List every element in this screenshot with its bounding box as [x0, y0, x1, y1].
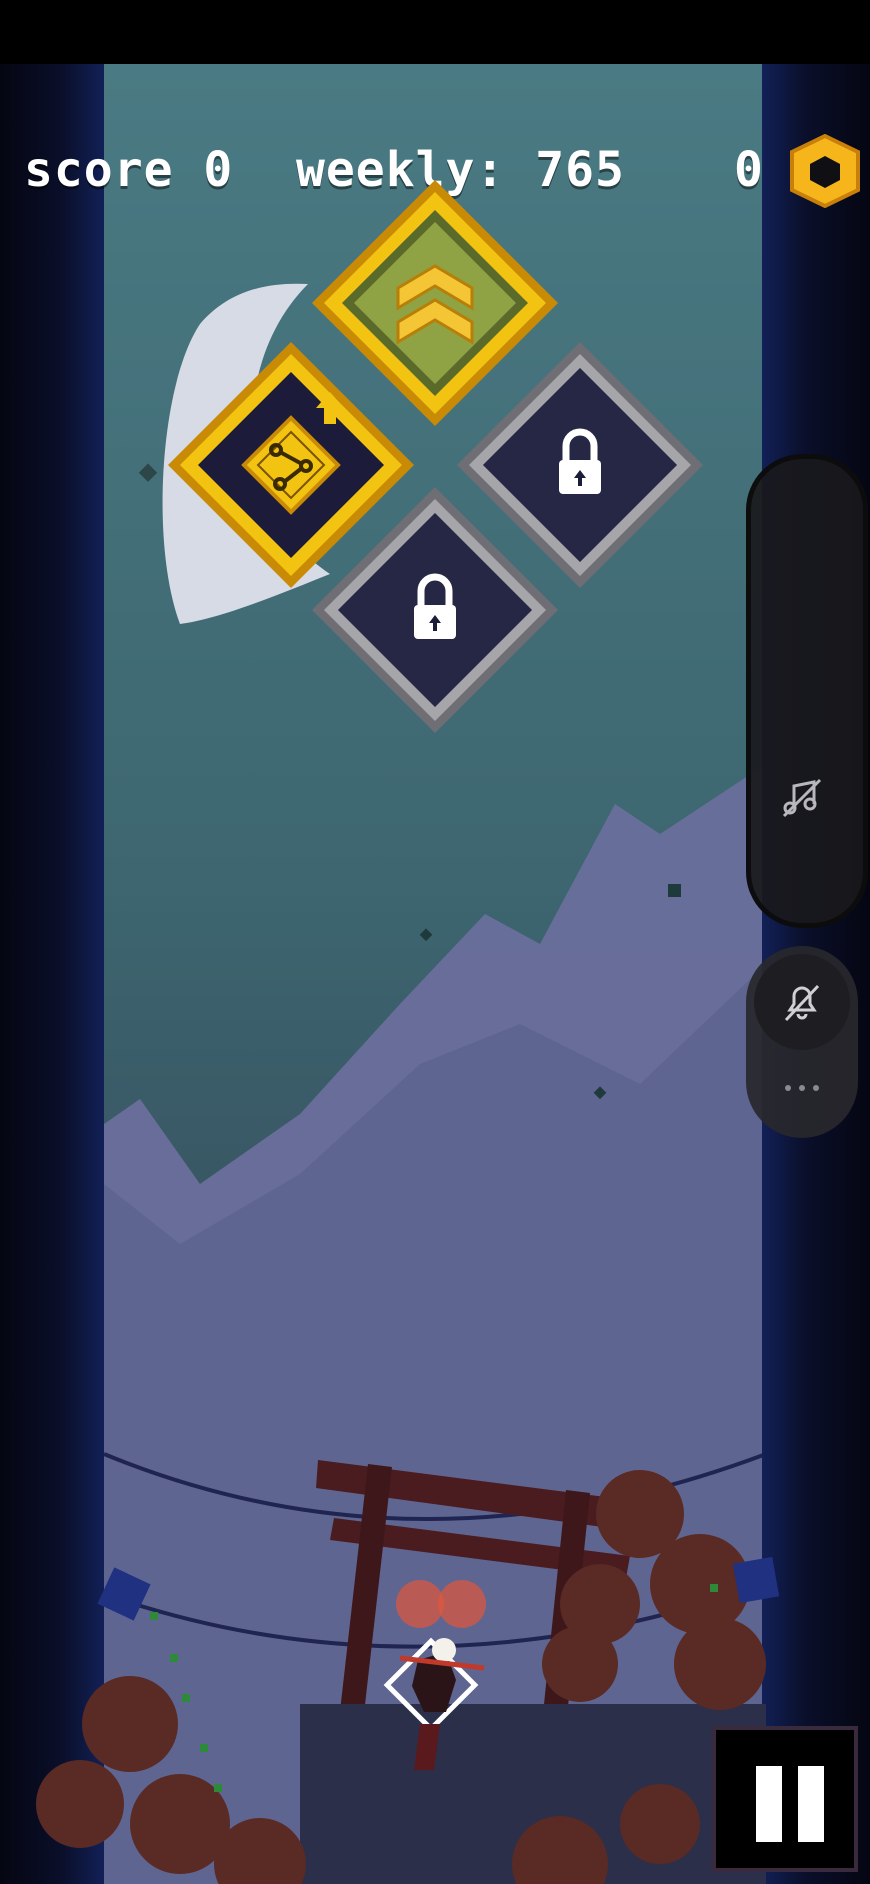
score-label: score	[24, 142, 174, 198]
pause-button[interactable]	[712, 1726, 858, 1872]
game-scene[interactable]: score 0 weekly: 765 0	[0, 64, 870, 1884]
powerup-locked-tile-bottom[interactable]	[308, 483, 562, 737]
pause-icon-bar	[798, 1766, 824, 1842]
music-off-icon[interactable]	[778, 774, 826, 822]
more-dots-icon[interactable]	[778, 1080, 826, 1096]
score-value: 0	[203, 142, 234, 198]
coin-count: 0	[734, 142, 764, 198]
status-bar	[0, 0, 870, 64]
pause-icon	[756, 1766, 782, 1842]
coin-icon[interactable]	[788, 134, 862, 208]
side-panel	[746, 454, 868, 928]
bell-off-icon[interactable]	[778, 978, 826, 1026]
score-display: score 0	[24, 142, 233, 198]
